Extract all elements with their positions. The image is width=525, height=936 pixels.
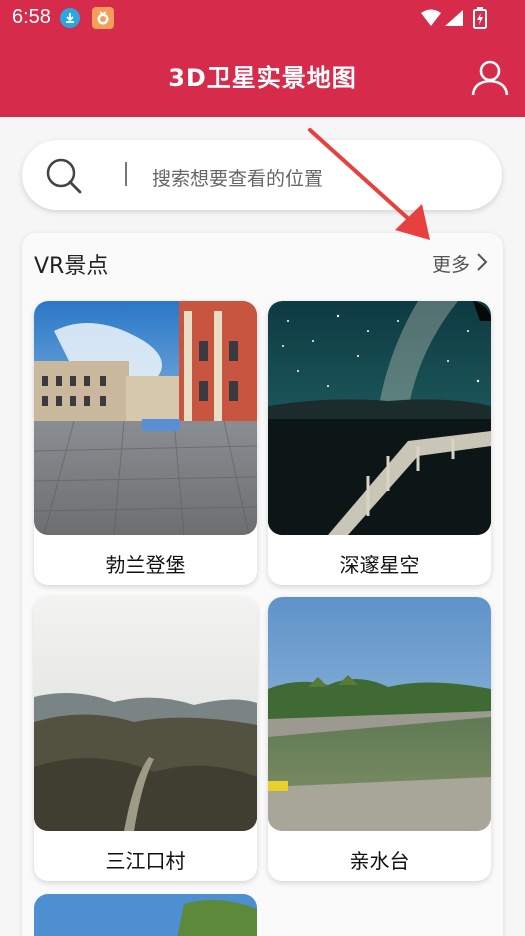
wifi-icon bbox=[420, 9, 442, 31]
section-title: VR景点 bbox=[34, 254, 109, 279]
search-icon[interactable] bbox=[44, 156, 84, 200]
status-bar: 6:58 bbox=[0, 0, 525, 36]
vr-card-label: 亲水台 bbox=[349, 849, 410, 873]
vr-card-label: 三江口村 bbox=[105, 849, 186, 873]
vr-card-partial[interactable] bbox=[34, 894, 257, 936]
vr-thumbnail-brandenburg bbox=[34, 301, 257, 535]
user-profile-icon[interactable] bbox=[470, 58, 510, 98]
search-divider bbox=[125, 162, 127, 186]
battery-icon bbox=[473, 7, 487, 33]
annotation-arrow bbox=[308, 128, 430, 240]
more-link[interactable]: 更多 bbox=[432, 250, 470, 277]
page-title: 3D卫星实景地图 bbox=[168, 64, 357, 92]
vr-thumbnail-starry-sky bbox=[268, 301, 491, 535]
vr-card[interactable]: 亲水台 bbox=[268, 597, 491, 881]
download-icon bbox=[60, 8, 80, 28]
vr-thumbnail-sanjiangkou bbox=[34, 597, 257, 831]
status-time: 6:58 bbox=[12, 6, 51, 28]
vr-card-label: 勃兰登堡 bbox=[105, 553, 186, 577]
vr-card-label: 深邃星空 bbox=[339, 553, 420, 577]
app-header: 6:58 3D卫星实景地图 bbox=[0, 0, 525, 117]
vr-thumbnail-waterside bbox=[268, 597, 491, 831]
search-input[interactable]: 搜索想要查看的位置 bbox=[152, 164, 323, 191]
app-badge-icon bbox=[92, 7, 114, 29]
vr-card[interactable]: 深邃星空 bbox=[268, 301, 491, 585]
signal-icon bbox=[444, 9, 464, 31]
chevron-right-icon[interactable] bbox=[476, 252, 488, 276]
vr-card[interactable]: 三江口村 bbox=[34, 597, 257, 881]
vr-card[interactable]: 勃兰登堡 bbox=[34, 301, 257, 585]
